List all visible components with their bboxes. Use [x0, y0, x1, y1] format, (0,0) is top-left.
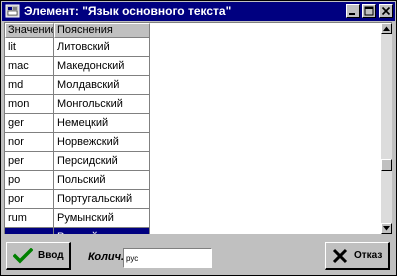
table-row[interactable]: lit Литовский: [5, 38, 150, 57]
column-header-description[interactable]: Пояснения: [54, 23, 150, 38]
cell-description: Немецкий: [54, 114, 150, 133]
table-header: Значение Пояснения: [5, 23, 150, 38]
scroll-up-button[interactable]: [381, 23, 392, 34]
cancel-button-label: Отказ: [354, 250, 383, 261]
close-button[interactable]: [379, 4, 393, 18]
cell-code: md: [5, 76, 54, 95]
minimize-button[interactable]: [346, 4, 360, 18]
title-bar[interactable]: Элемент: "Язык основного текста": [2, 2, 395, 21]
button-bar: Ввод Колич. Отказ: [2, 235, 395, 275]
table-row[interactable]: po Польский: [5, 171, 150, 190]
table-body: lit Литовский mac Македонский md Молдавский mo…: [5, 38, 150, 234]
table-row[interactable]: por Португальский: [5, 190, 150, 209]
app-icon: [5, 4, 20, 18]
checkmark-icon: [12, 247, 34, 267]
column-header-code[interactable]: Значение: [5, 23, 54, 38]
ok-button[interactable]: Ввод: [6, 242, 71, 270]
window-title: Элемент: "Язык основного текста": [24, 4, 232, 18]
cell-code: rum: [5, 209, 54, 228]
cell-code: ger: [5, 114, 54, 133]
count-label: Колич.: [88, 251, 125, 263]
cell-code: nor: [5, 133, 54, 152]
maximize-button[interactable]: [362, 4, 376, 18]
table-row[interactable]: rusРусский: [5, 228, 150, 234]
table-row[interactable]: rum Румынский: [5, 209, 150, 228]
scroll-thumb[interactable]: [381, 159, 392, 171]
cell-code: mac: [5, 57, 54, 76]
cancel-button[interactable]: Отказ: [325, 242, 390, 270]
x-icon: [332, 248, 348, 267]
table-row[interactable]: mac Македонский: [5, 57, 150, 76]
table-row[interactable]: per Персидский: [5, 152, 150, 171]
vertical-scrollbar[interactable]: [381, 23, 392, 234]
cell-description: Македонский: [54, 57, 150, 76]
cell-code: por: [5, 190, 54, 209]
cell-description: Румынский: [54, 209, 150, 228]
cell-description: Персидский: [54, 152, 150, 171]
table-row[interactable]: md Молдавский: [5, 76, 150, 95]
language-list[interactable]: Значение Пояснения lit Литовский mac Македо…: [4, 22, 392, 234]
count-input[interactable]: [123, 248, 212, 268]
cell-code: lit: [5, 38, 54, 57]
dialog-window: Элемент: "Язык основного текста" Значени…: [0, 0, 397, 276]
cell-code: po: [5, 171, 54, 190]
cell-code: per: [5, 152, 54, 171]
scroll-down-button[interactable]: [381, 223, 392, 234]
table-row[interactable]: mon Монгольский: [5, 95, 150, 114]
table-row[interactable]: nor Норвежский: [5, 133, 150, 152]
cell-description: Португальский: [54, 190, 150, 209]
cell-code: rus: [5, 228, 54, 234]
ok-button-label: Ввод: [38, 250, 64, 261]
cell-description: Монгольский: [54, 95, 150, 114]
table-row[interactable]: ger Немецкий: [5, 114, 150, 133]
cell-description: Русский: [54, 228, 150, 234]
cell-code: mon: [5, 95, 54, 114]
cell-description: Норвежский: [54, 133, 150, 152]
cell-description: Литовский: [54, 38, 150, 57]
cell-description: Молдавский: [54, 76, 150, 95]
cell-description: Польский: [54, 171, 150, 190]
